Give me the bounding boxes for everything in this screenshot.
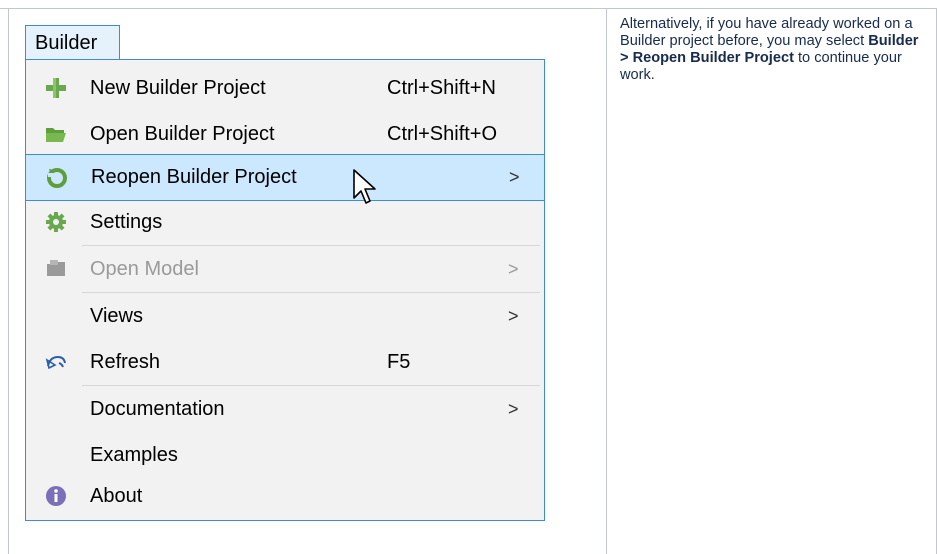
table-border-top xyxy=(0,8,937,9)
submenu-arrow-icon: > xyxy=(508,399,519,419)
menu-item-label: Documentation xyxy=(90,398,225,420)
menu-item-examples[interactable]: Examples xyxy=(27,433,543,477)
menu-item-views[interactable]: Views > xyxy=(27,294,543,338)
menu-item-open-builder-project[interactable]: Open Builder Project Ctrl+Shift+O xyxy=(27,112,543,156)
menu-item-label: Open Builder Project xyxy=(90,123,275,145)
menu-item-about[interactable]: About xyxy=(27,474,543,518)
info-icon xyxy=(46,486,66,506)
model-icon xyxy=(47,260,65,276)
gear-icon xyxy=(46,212,66,232)
reopen-icon xyxy=(47,168,67,188)
table-column-divider xyxy=(606,8,607,554)
menu-item-reopen-builder-project[interactable]: Reopen Builder Project > xyxy=(25,154,545,201)
menu-item-new-builder-project[interactable]: New Builder Project Ctrl+Shift+N xyxy=(27,66,543,110)
menu-item-shortcut: Ctrl+Shift+O xyxy=(387,123,498,145)
plus-icon xyxy=(46,78,66,98)
menu-item-shortcut: F5 xyxy=(387,351,411,373)
menu-item-refresh[interactable]: Refresh F5 xyxy=(27,340,543,384)
menu-item-label: Open Model xyxy=(90,258,199,280)
table-border-left xyxy=(8,8,9,554)
menu-item-label: Reopen Builder Project xyxy=(91,166,297,188)
menubar-builder[interactable]: Builder xyxy=(25,25,120,60)
menu-item-label: About xyxy=(90,485,143,507)
menu-separator xyxy=(82,292,540,293)
menu-item-label: Settings xyxy=(90,211,163,233)
menu-separator xyxy=(82,245,540,246)
menu-item-open-model: Open Model > xyxy=(27,247,543,291)
folder-open-icon xyxy=(46,128,66,142)
menu-item-label: Examples xyxy=(90,444,178,466)
submenu-arrow-icon: > xyxy=(508,259,519,279)
menu-item-label: Refresh xyxy=(90,351,161,373)
mouse-pointer-icon xyxy=(353,169,376,204)
submenu-arrow-icon: > xyxy=(508,306,519,326)
builder-dropdown-menu: New Builder Project Ctrl+Shift+N Open Bu… xyxy=(25,59,545,521)
menu-item-shortcut: Ctrl+Shift+N xyxy=(387,77,496,99)
menu-item-label: Views xyxy=(90,305,143,327)
menu-item-documentation[interactable]: Documentation > xyxy=(27,387,543,431)
refresh-icon xyxy=(45,355,66,370)
description-paragraph: Alternatively, if you have already worke… xyxy=(620,16,930,84)
submenu-arrow-icon: > xyxy=(509,167,520,187)
menu-item-settings[interactable]: Settings xyxy=(27,200,543,244)
menu-item-label: New Builder Project xyxy=(90,77,266,99)
menu-separator xyxy=(82,385,540,386)
